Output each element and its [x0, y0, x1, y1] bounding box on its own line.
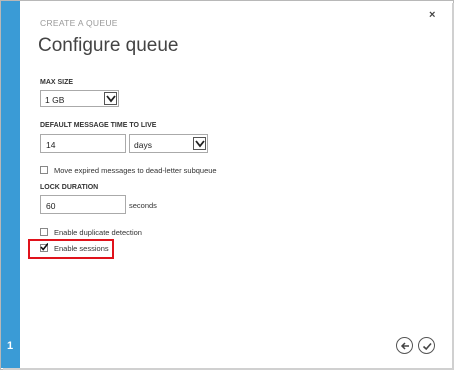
duplicate-detection-label: Enable duplicate detection [54, 228, 142, 237]
lock-duration-unit: seconds [129, 201, 157, 210]
sessions-label: Enable sessions [54, 244, 109, 253]
ttl-unit-select[interactable]: days [129, 134, 208, 153]
checkmark-icon [422, 342, 432, 351]
close-icon[interactable]: × [429, 9, 435, 21]
ttl-unit-value: days [134, 140, 152, 150]
lock-duration-value: 60 [46, 201, 56, 211]
max-size-select[interactable]: 1 GB [40, 90, 119, 107]
max-size-label: MAX SIZE [40, 79, 74, 86]
lock-duration-input[interactable]: 60 [40, 195, 126, 214]
step-number: 1 [7, 340, 14, 352]
lock-duration-label: LOCK DURATION [40, 184, 99, 191]
max-size-value: 1 GB [45, 95, 65, 105]
move-expired-checkbox[interactable] [40, 166, 48, 174]
finish-button[interactable] [418, 337, 435, 354]
back-button[interactable] [396, 337, 413, 354]
ttl-value: 14 [46, 140, 56, 150]
move-expired-label: Move expired messages to dead-letter sub… [54, 166, 217, 175]
wizard-step-stripe [1, 1, 20, 368]
duplicate-detection-checkbox[interactable] [40, 228, 48, 236]
chevron-down-icon [104, 92, 117, 105]
chevron-down-icon [193, 137, 206, 150]
ttl-label: DEFAULT MESSAGE TIME TO LIVE [40, 122, 157, 129]
breadcrumb: CREATE A QUEUE [40, 18, 118, 28]
sessions-checkbox[interactable] [40, 243, 48, 252]
checkmark-icon [40, 243, 48, 251]
back-arrow-icon [400, 342, 409, 350]
ttl-input[interactable]: 14 [40, 134, 126, 153]
page-title: Configure queue [38, 35, 179, 56]
